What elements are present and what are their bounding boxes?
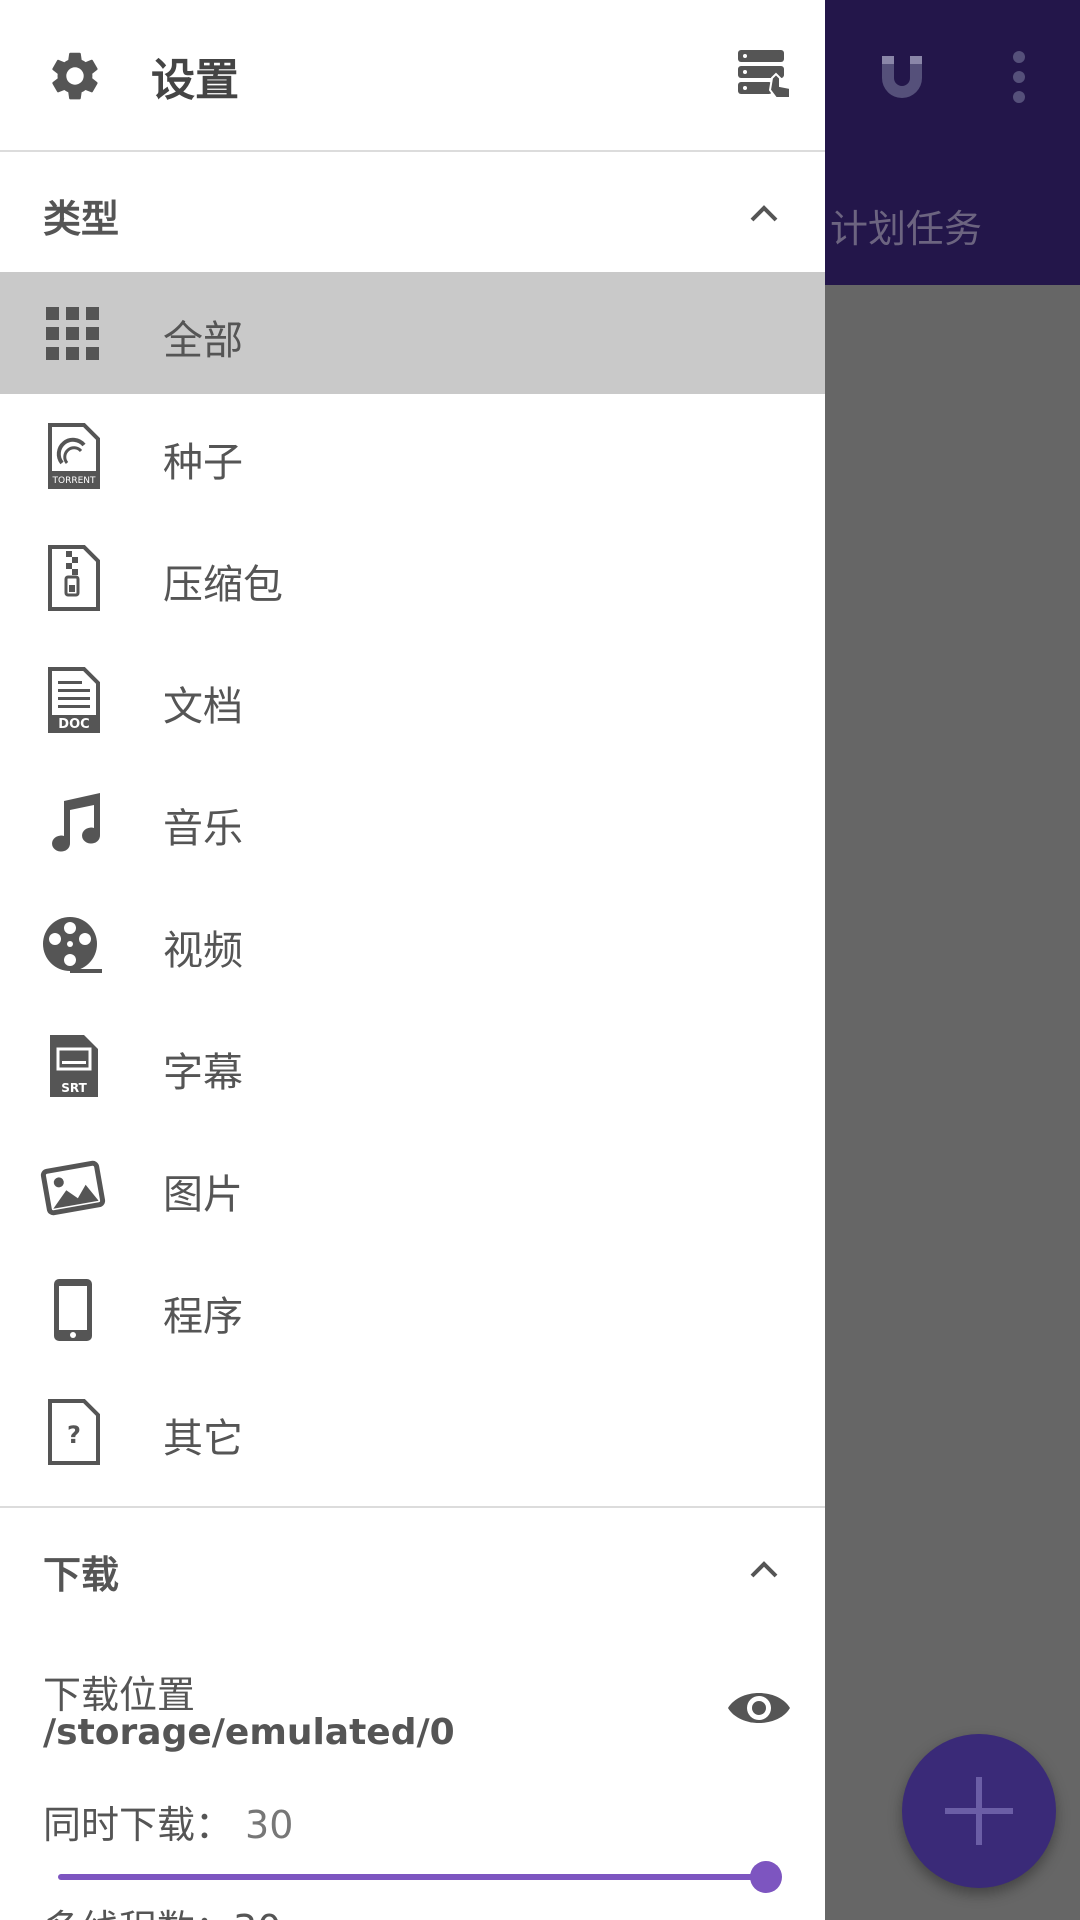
film-reel-icon — [43, 917, 102, 973]
server-icon[interactable] — [736, 48, 792, 104]
gear-icon — [52, 52, 98, 100]
eye-icon[interactable] — [726, 1684, 792, 1732]
plus-icon — [945, 1777, 1013, 1845]
tab-scheduled-tasks[interactable]: 计划任务 — [830, 198, 982, 253]
type-item-document[interactable]: DOC 文档 — [0, 638, 825, 760]
unknown-file-icon: ? — [48, 1399, 100, 1465]
type-item-subtitle[interactable]: SRT 字幕 — [0, 1004, 825, 1126]
type-item-archive[interactable]: 压缩包 — [0, 516, 825, 638]
type-list: 全部 TORRENT 种子 压缩包 DOC 文档 音乐 视频 SRT 字幕 图片… — [0, 272, 825, 1492]
download-section-header[interactable]: 下载 — [0, 1508, 825, 1628]
type-item-video[interactable]: 视频 — [0, 882, 825, 1004]
download-section-title: 下载 — [43, 1553, 120, 1597]
navigation-drawer: 设置 类型 全部 TORRENT 种子 压缩包 DOC 文档 音乐 视频 SRT… — [0, 0, 825, 1920]
phone-icon — [54, 1279, 92, 1341]
type-item-all[interactable]: 全部 — [0, 272, 825, 394]
concurrent-downloads-value: 30 — [245, 1803, 294, 1847]
thread-count-label: 多线程数：30 — [43, 1898, 281, 1920]
grid-icon — [46, 307, 99, 360]
torrent-file-icon: TORRENT — [48, 423, 100, 489]
type-item-label: 图片 — [163, 1172, 243, 1218]
more-vert-icon[interactable] — [1004, 50, 1034, 104]
drawer-header: 设置 — [0, 0, 825, 150]
svg-text:SRT: SRT — [61, 1081, 87, 1095]
type-item-label: 种子 — [163, 440, 243, 486]
type-item-label: 压缩包 — [163, 562, 283, 608]
type-item-torrent[interactable]: TORRENT 种子 — [0, 394, 825, 516]
type-item-music[interactable]: 音乐 — [0, 760, 825, 882]
type-item-label: 文档 — [163, 684, 243, 730]
drawer-title: 设置 — [151, 55, 239, 106]
type-item-other[interactable]: ? 其它 — [0, 1370, 825, 1492]
type-item-label: 字幕 — [163, 1050, 243, 1096]
concurrent-downloads-label: 同时下载： — [43, 1803, 234, 1847]
concurrent-downloads-slider-track[interactable] — [58, 1874, 766, 1880]
srt-file-icon: SRT — [50, 1035, 98, 1097]
type-item-label: 全部 — [163, 318, 243, 364]
zip-file-icon — [48, 545, 100, 611]
type-item-app[interactable]: 程序 — [0, 1248, 825, 1370]
type-item-label: 程序 — [163, 1294, 243, 1340]
type-item-label: 视频 — [163, 928, 243, 974]
music-note-icon — [52, 793, 101, 852]
concurrent-downloads-row: 同时下载： 30 — [43, 1794, 293, 1849]
add-download-button[interactable] — [902, 1734, 1056, 1888]
type-item-label: 音乐 — [163, 806, 243, 852]
chevron-up-icon — [750, 205, 778, 222]
image-icon — [40, 1160, 106, 1216]
magnet-icon[interactable] — [876, 52, 928, 104]
chevron-up-icon — [750, 1561, 778, 1578]
type-section-title: 类型 — [43, 197, 120, 241]
type-item-label: 其它 — [163, 1416, 243, 1462]
svg-text:?: ? — [67, 1421, 81, 1449]
type-item-image[interactable]: 图片 — [0, 1126, 825, 1248]
concurrent-downloads-slider-thumb[interactable] — [750, 1861, 782, 1893]
svg-text:DOC: DOC — [58, 717, 89, 732]
doc-file-icon: DOC — [48, 667, 100, 733]
type-section-header[interactable]: 类型 — [0, 152, 825, 272]
download-location-label: 下载位置 — [43, 1673, 196, 1717]
download-location-value[interactable]: /storage/emulated/0 — [43, 1712, 455, 1753]
svg-text:TORRENT: TORRENT — [51, 476, 96, 486]
